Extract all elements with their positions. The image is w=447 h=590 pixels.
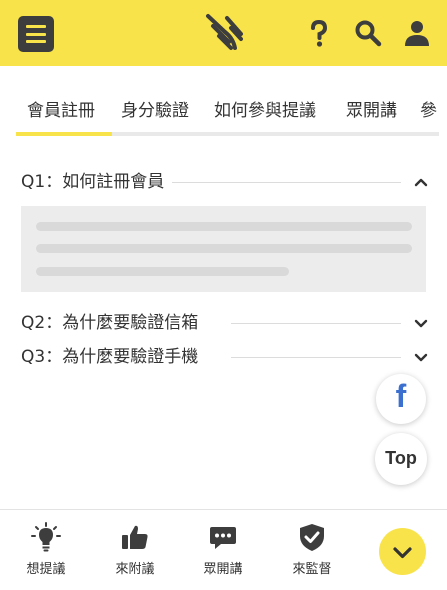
shield-check-icon xyxy=(300,524,324,551)
tab-member-register[interactable]: 會員註冊 xyxy=(27,96,95,121)
facebook-share-button[interactable]: f xyxy=(376,374,426,424)
question-icon[interactable] xyxy=(305,19,333,47)
divider xyxy=(231,323,401,324)
facebook-icon: f xyxy=(395,378,407,414)
nav-label: 想提議 xyxy=(26,562,66,577)
tab-active-indicator xyxy=(16,132,112,136)
faq-item-q2[interactable]: Q2：為什麼要驗證信箱 xyxy=(21,311,429,335)
nav-item-public-forum[interactable]: 眾開講 xyxy=(188,510,258,590)
top-header xyxy=(0,0,447,66)
skeleton-line xyxy=(36,244,412,253)
nav-label: 來監督 xyxy=(292,562,332,577)
lightbulb-icon xyxy=(31,522,61,552)
nav-item-propose[interactable]: 想提議 xyxy=(11,510,81,590)
user-icon[interactable] xyxy=(403,19,431,47)
search-icon[interactable] xyxy=(354,19,382,47)
nav-label: 來附議 xyxy=(115,562,155,577)
nav-item-second[interactable]: 來附議 xyxy=(100,510,170,590)
tab-how-to-propose[interactable]: 如何參與提議 xyxy=(214,96,316,121)
chevron-down-icon[interactable] xyxy=(413,315,429,331)
faq-answer-placeholder xyxy=(21,206,426,292)
divider xyxy=(231,357,401,358)
faq-item-q3[interactable]: Q3：為什麼要驗證手機 xyxy=(21,345,429,369)
back-to-top-button[interactable]: Top xyxy=(375,433,427,485)
hamburger-menu-icon[interactable] xyxy=(18,16,54,52)
bottom-navigation: 想提議 來附議 眾開講 來監督 xyxy=(0,509,447,590)
nav-item-monitor[interactable]: 來監督 xyxy=(277,510,347,590)
tab-more[interactable]: 參 xyxy=(420,96,437,121)
faq-question: Q1：如何註冊會員 xyxy=(21,170,173,194)
category-tabs: 會員註冊 身分驗證 如何參與提議 眾開講 參 xyxy=(0,66,447,138)
hand-wave-logo[interactable] xyxy=(203,12,245,52)
nav-label: 眾開講 xyxy=(203,562,243,577)
divider xyxy=(171,182,401,183)
tab-identity-verify[interactable]: 身分驗證 xyxy=(121,96,189,121)
chevron-down-icon[interactable] xyxy=(413,349,429,365)
chat-bubble-icon xyxy=(210,527,236,549)
faq-item-q1[interactable]: Q1：如何註冊會員 xyxy=(21,170,429,194)
tab-public-forum[interactable]: 眾開講 xyxy=(346,96,397,121)
faq-question: Q3：為什麼要驗證手機 xyxy=(21,345,207,369)
faq-question: Q2：為什麼要驗證信箱 xyxy=(21,311,207,335)
chevron-down-icon xyxy=(393,547,412,559)
expand-menu-button[interactable] xyxy=(379,528,426,575)
chevron-up-icon[interactable] xyxy=(413,174,429,190)
skeleton-line xyxy=(36,222,412,231)
thumbs-up-icon xyxy=(122,525,148,549)
skeleton-line xyxy=(36,267,289,276)
back-to-top-label: Top xyxy=(385,448,417,468)
